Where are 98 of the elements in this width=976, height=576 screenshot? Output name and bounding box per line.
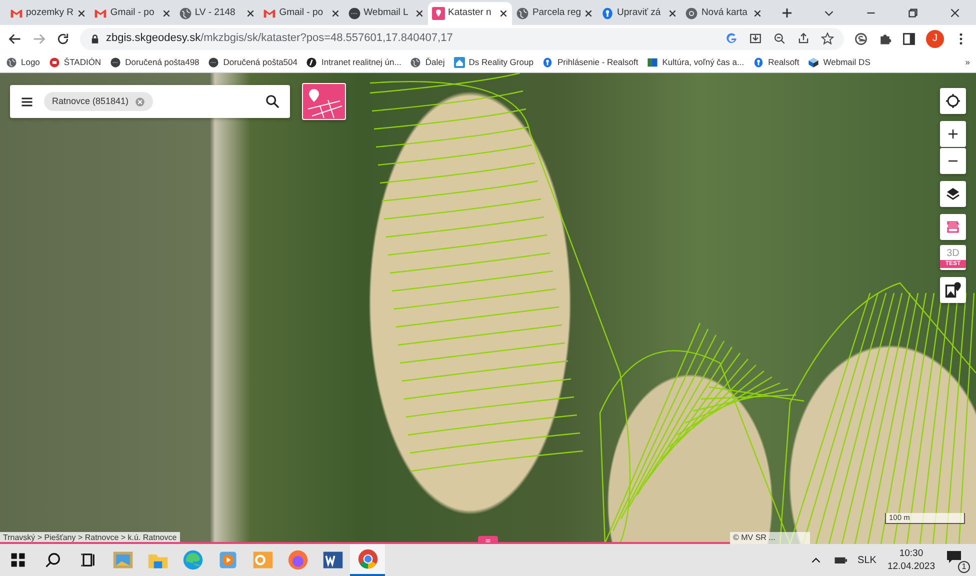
notification-count: 1 bbox=[958, 561, 970, 573]
photos-app-icon bbox=[112, 549, 134, 571]
more-bookmarks[interactable]: » bbox=[965, 56, 970, 68]
search-bar[interactable]: Ratnovce (851841) bbox=[10, 85, 290, 118]
new-tab-icon[interactable] bbox=[780, 7, 793, 20]
bookmark-link[interactable]: Realsoft bbox=[768, 56, 800, 68]
attribution-text: © MV SR ... bbox=[730, 532, 810, 544]
keyhole-icon bbox=[542, 56, 554, 68]
photo-map-button[interactable] bbox=[940, 277, 966, 303]
bookmark-link[interactable]: Intranet realitnej ún... bbox=[321, 56, 402, 68]
lock-icon bbox=[90, 34, 100, 44]
browser-tab[interactable]: Parcela reg bbox=[512, 2, 598, 25]
word-icon bbox=[322, 549, 344, 571]
globe-icon bbox=[516, 7, 530, 20]
bookmark-link[interactable]: ŠTADIÓN bbox=[64, 56, 102, 68]
star-icon[interactable] bbox=[821, 32, 834, 45]
share-icon[interactable] bbox=[797, 32, 810, 45]
chat-icon bbox=[946, 549, 962, 566]
handle-icon bbox=[483, 538, 493, 544]
taskbar-app[interactable] bbox=[350, 544, 385, 576]
clock[interactable]: 10:30 12.04.2023 bbox=[887, 547, 935, 573]
search-chip[interactable]: Ratnovce (851841) bbox=[44, 92, 153, 112]
plus-icon bbox=[947, 128, 959, 140]
zoom-in-button[interactable] bbox=[940, 121, 966, 147]
map-pin-icon bbox=[432, 7, 446, 20]
crosshair-icon bbox=[945, 93, 961, 109]
restore-icon[interactable] bbox=[906, 7, 919, 20]
close-icon[interactable] bbox=[499, 8, 508, 18]
keyhole-icon bbox=[753, 56, 764, 68]
language-indicator[interactable]: SLK bbox=[858, 552, 876, 568]
bookmark-link[interactable]: Doručená pošta498 bbox=[125, 56, 200, 68]
globe-icon bbox=[178, 7, 192, 20]
close-icon[interactable] bbox=[668, 8, 678, 18]
bookmark-link[interactable]: Kultúra, voľný čas a... bbox=[662, 56, 744, 68]
url-text[interactable]: zbgis.skgeodesy.sk/mkzbgis/sk/kataster?pos=48.557601,17.840407,17 bbox=[106, 30, 453, 47]
close-icon[interactable] bbox=[162, 8, 171, 18]
drawer-handle[interactable] bbox=[478, 536, 498, 544]
bookmark-link[interactable]: Webmail DS bbox=[823, 56, 870, 68]
back-arrow-icon[interactable] bbox=[8, 32, 22, 46]
reload-icon[interactable] bbox=[56, 32, 70, 46]
google-icon[interactable] bbox=[725, 32, 738, 45]
firefox-icon bbox=[286, 549, 308, 571]
task-view-icon[interactable] bbox=[78, 551, 96, 569]
webmail-icon bbox=[348, 7, 361, 20]
close-icon[interactable] bbox=[330, 8, 340, 18]
close-icon[interactable] bbox=[246, 8, 256, 18]
browser-tab[interactable]: pozemky R bbox=[6, 2, 90, 25]
flag-icon bbox=[647, 56, 658, 68]
intranet-icon bbox=[306, 56, 318, 68]
chrome-icon bbox=[356, 548, 378, 570]
mail-icon bbox=[263, 7, 276, 20]
webmail-icon bbox=[110, 56, 122, 68]
globe-icon bbox=[6, 56, 17, 68]
chrome-icon bbox=[685, 7, 698, 20]
browser-tab[interactable]: Gmail - po bbox=[259, 2, 344, 25]
close-icon[interactable] bbox=[415, 8, 424, 18]
windows-start-icon[interactable] bbox=[8, 551, 26, 569]
mail-icon bbox=[10, 7, 23, 20]
webmail-icon bbox=[208, 56, 220, 68]
browser-tab[interactable]: Gmail - po bbox=[90, 2, 175, 25]
keyhole-icon bbox=[601, 7, 614, 20]
photo-pin-icon bbox=[944, 281, 962, 299]
split-view-icon bbox=[945, 219, 961, 235]
house-icon bbox=[454, 56, 465, 68]
profile-avatar[interactable]: J bbox=[926, 30, 944, 48]
browser-tab[interactable]: Webmail L bbox=[344, 2, 428, 25]
mail-icon bbox=[94, 7, 108, 20]
browser-tab[interactable]: LV - 2148 bbox=[174, 2, 260, 25]
cadastre-map-button[interactable] bbox=[302, 83, 346, 120]
search-icon[interactable] bbox=[44, 551, 62, 569]
close-icon[interactable] bbox=[752, 8, 762, 18]
clear-icon[interactable] bbox=[134, 96, 145, 106]
layers-button[interactable] bbox=[940, 181, 966, 207]
bookmark-link[interactable]: Ds Reality Group bbox=[468, 56, 534, 68]
browser-tab[interactable]: Upraviť zá bbox=[597, 2, 682, 25]
bookmark-link[interactable]: Logo bbox=[21, 56, 40, 68]
bookmark-link[interactable]: Doručená pošta504 bbox=[223, 56, 298, 68]
cube-icon bbox=[808, 56, 820, 68]
browser-tab[interactable]: Nová karta bbox=[681, 2, 766, 25]
install-icon[interactable] bbox=[749, 32, 762, 45]
locate-button[interactable] bbox=[940, 88, 966, 114]
notification-center[interactable]: 1 bbox=[946, 549, 968, 571]
zoom-icon[interactable] bbox=[773, 32, 786, 45]
bookmark-link[interactable]: Ďalej bbox=[425, 56, 445, 68]
close-icon[interactable] bbox=[948, 7, 961, 20]
address-bar[interactable]: zbgis.skgeodesy.sk/mkzbgis/sk/kataster?pos=48.557601,17.840407,17 bbox=[80, 28, 844, 50]
bookmark-link[interactable]: Prihlásenie - Realsoft bbox=[557, 56, 638, 68]
search-icon[interactable] bbox=[265, 94, 280, 109]
browser-tab[interactable]: Kataster n bbox=[428, 2, 512, 25]
globe-icon bbox=[410, 56, 422, 68]
close-icon[interactable] bbox=[584, 8, 594, 18]
skype-icon[interactable] bbox=[854, 32, 868, 46]
close-icon[interactable] bbox=[77, 8, 86, 18]
edge-icon bbox=[182, 549, 204, 571]
compare-button[interactable] bbox=[940, 214, 966, 240]
puzzle-icon[interactable] bbox=[878, 32, 892, 46]
sidebar-icon[interactable] bbox=[902, 32, 916, 46]
layers-icon bbox=[945, 186, 961, 202]
